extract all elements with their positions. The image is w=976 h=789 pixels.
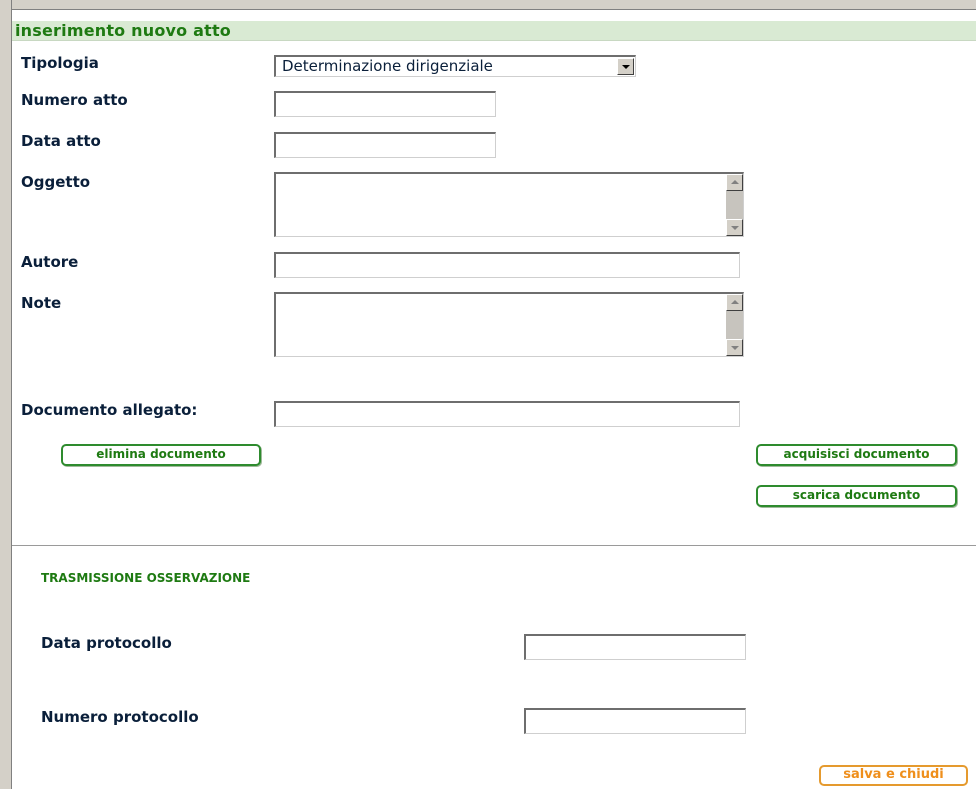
window-frame-top — [0, 0, 976, 10]
oggetto-scrollbar[interactable] — [726, 174, 743, 236]
data-atto-input[interactable] — [274, 132, 496, 158]
autore-label: Autore — [21, 253, 79, 271]
oggetto-textarea[interactable] — [274, 172, 744, 237]
data-protocollo-input[interactable] — [524, 634, 746, 660]
numero-protocollo-label: Numero protocollo — [41, 708, 199, 726]
documento-allegato-input[interactable] — [274, 401, 740, 427]
oggetto-label: Oggetto — [21, 173, 91, 191]
section-divider — [12, 545, 976, 546]
tipologia-selected-value: Determinazione dirigenziale — [282, 57, 493, 75]
data-protocollo-label: Data protocollo — [41, 634, 172, 652]
numero-protocollo-input[interactable] — [524, 708, 746, 734]
numero-atto-label: Numero atto — [21, 91, 128, 109]
autore-input[interactable] — [274, 252, 740, 278]
tipologia-select[interactable]: Determinazione dirigenziale — [274, 55, 636, 77]
acquisisci-documento-button[interactable]: acquisisci documento — [756, 444, 957, 466]
scroll-down-icon[interactable] — [726, 339, 743, 356]
scarica-documento-button[interactable]: scarica documento — [756, 485, 957, 507]
trasmissione-title: TRASMISSIONE OSSERVAZIONE — [41, 571, 251, 585]
window-frame-left — [0, 0, 12, 789]
numero-atto-input[interactable] — [274, 91, 496, 117]
dropdown-arrow-icon[interactable] — [617, 58, 634, 75]
page-title: inserimento nuovo atto — [12, 21, 976, 41]
elimina-documento-button[interactable]: elimina documento — [61, 444, 261, 466]
note-label: Note — [21, 294, 62, 312]
tipologia-label: Tipologia — [21, 54, 99, 72]
note-scrollbar[interactable] — [726, 294, 743, 356]
salva-e-chiudi-button[interactable]: salva e chiudi — [819, 765, 968, 786]
scroll-up-icon[interactable] — [726, 174, 743, 191]
documento-allegato-label: Documento allegato: — [21, 401, 198, 419]
scroll-down-icon[interactable] — [726, 219, 743, 236]
note-textarea[interactable] — [274, 292, 744, 357]
scroll-up-icon[interactable] — [726, 294, 743, 311]
data-atto-label: Data atto — [21, 132, 101, 150]
